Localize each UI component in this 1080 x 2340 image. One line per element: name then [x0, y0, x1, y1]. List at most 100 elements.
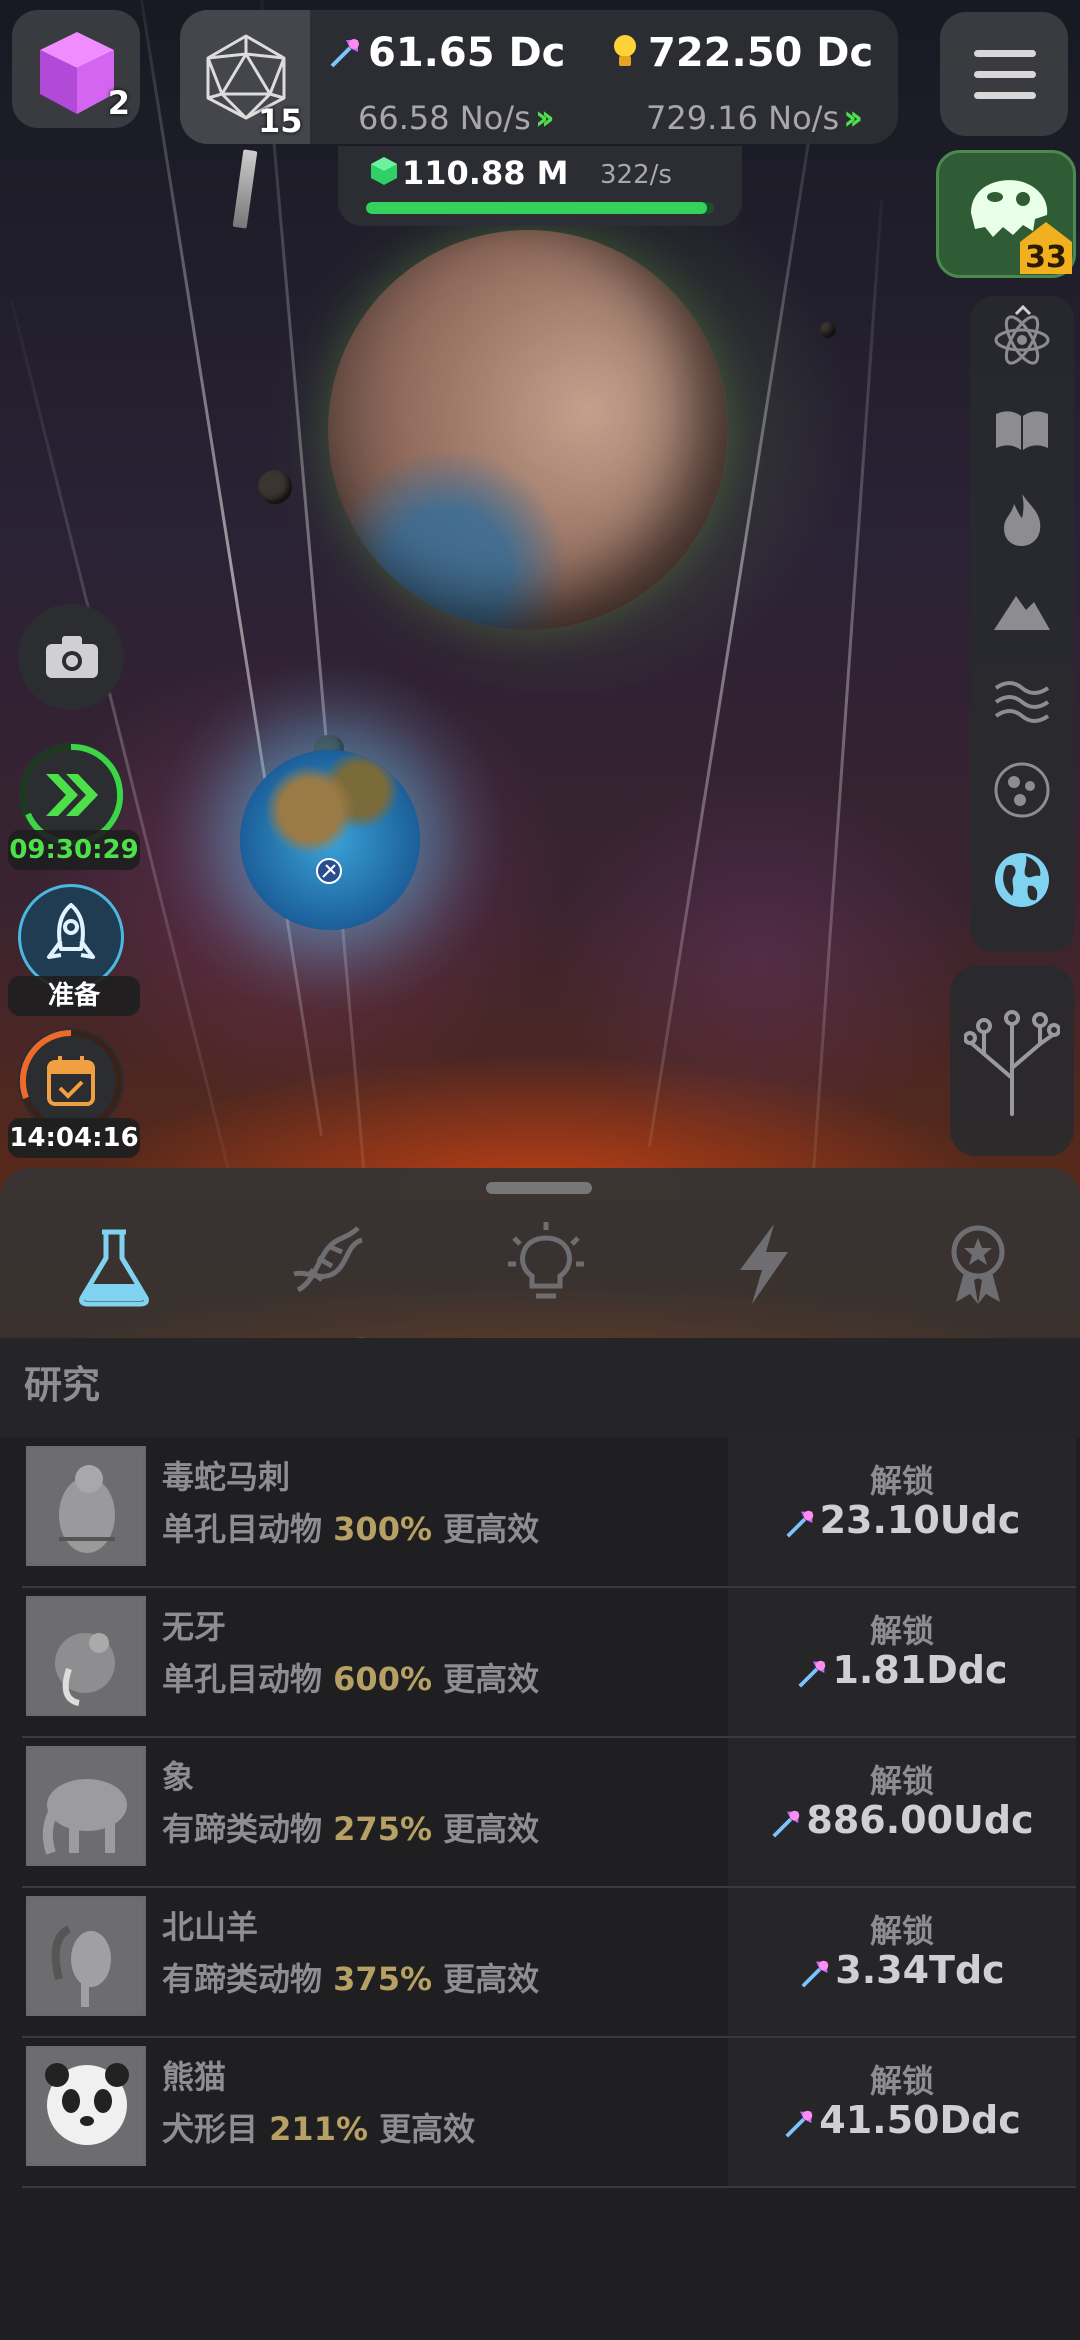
icosahedron-count: 15 [258, 102, 303, 140]
asteroid [258, 470, 292, 504]
cube-count: 2 [107, 84, 130, 122]
unlock-label: 解锁 [869, 1762, 934, 1800]
rocket-launch-button[interactable] [18, 884, 124, 990]
sidebar-item-mountain[interactable] [992, 580, 1052, 640]
light-beam [140, 0, 323, 1137]
medal-icon [951, 1225, 1005, 1304]
lightbulb-outline-icon [508, 1222, 584, 1299]
research-row[interactable]: 毒蛇马刺 单孔目动物 300% 更高效 解锁 23.10Udc [22, 1438, 1076, 1588]
tab-dna[interactable]: 27 [270, 1220, 397, 1372]
hamburger-icon [974, 50, 1036, 57]
spaceship-icon [316, 858, 342, 884]
waves-icon [994, 681, 1050, 723]
menu-button[interactable] [940, 12, 1068, 136]
tree-icon [964, 1010, 1060, 1116]
animal-thumbnail [26, 2046, 146, 2166]
rocket-gem-icon [772, 1810, 800, 1838]
resource2-value: 722.50 Dc [648, 30, 874, 76]
rocket-gem-icon [786, 1510, 813, 1538]
sidebar-item-water[interactable] [992, 670, 1052, 730]
sub-resource-progress [366, 202, 714, 214]
research-name: 北山羊 [162, 1908, 259, 1946]
unlock-label: 解锁 [869, 1912, 934, 1950]
rocket-status: 准备 [8, 976, 140, 1016]
unlock-price: 41.50Ddc [728, 2098, 1076, 2142]
rocket-gem-icon [785, 2110, 813, 2138]
unlock-price: 886.00Udc [728, 1798, 1076, 1842]
cube-icon [40, 32, 114, 114]
unlock-price: 23.10Udc [728, 1498, 1076, 1542]
research-name: 毒蛇马刺 [162, 1458, 291, 1496]
research-description: 有蹄类动物 375% 更高效 [162, 1960, 540, 1998]
unlock-button[interactable]: 解锁 41.50Ddc [728, 2038, 1076, 2186]
unlock-button[interactable]: 解锁 23.10Udc [728, 1438, 1076, 1586]
animal-thumbnail [26, 1896, 146, 2016]
sub-resource-rate: 322/s [600, 160, 672, 190]
cell-icon [994, 762, 1050, 818]
unlock-button[interactable]: 解锁 3.34Tdc [728, 1888, 1076, 2036]
speed-chevron-icon: ›› [534, 98, 555, 138]
dna-icon [293, 1226, 363, 1293]
sidebar-item-cell[interactable] [992, 760, 1052, 820]
evolution-tree-button[interactable] [950, 966, 1074, 1156]
tab-research[interactable] [56, 1220, 176, 1330]
tab-achievements[interactable] [920, 1220, 1040, 1330]
speed-chevron-icon: ›› [843, 98, 863, 138]
flask-icon [79, 1229, 149, 1307]
tab-bar: 27 17 [0, 1168, 1080, 1372]
section-header [0, 1338, 1080, 1438]
rocket-gem-icon [330, 39, 359, 68]
sub-resource-bar[interactable]: 110.88 M 322/s [338, 146, 742, 226]
boost-timer: 09:30:29 [8, 830, 140, 870]
unlock-label: 解锁 [869, 2062, 934, 2100]
research-description: 犬形目 211% 更高效 [162, 2110, 476, 2148]
resource1-rate: 66.58 No/s ›› [358, 98, 555, 138]
cube-button[interactable]: 2 [12, 10, 140, 128]
camera-button[interactable] [18, 604, 124, 710]
drag-handle[interactable] [486, 1182, 592, 1194]
sub-resource-value: 110.88 M [402, 154, 569, 192]
rocket-icon [47, 903, 95, 959]
sidebar-item-atom[interactable] [992, 310, 1052, 370]
light-beam [810, 199, 883, 1198]
asteroid [820, 322, 836, 338]
planet-earth[interactable] [240, 750, 420, 930]
sidebar-item-earth[interactable] [992, 850, 1052, 910]
unlock-price: 3.34Tdc [728, 1948, 1076, 1992]
research-name: 熊猫 [162, 2058, 227, 2096]
section-title: 研究 [24, 1363, 101, 1407]
animal-thumbnail [26, 1446, 146, 1566]
unlock-button[interactable]: 解锁 886.00Udc [728, 1738, 1076, 1886]
mountain-icon [994, 596, 1050, 630]
unlock-button[interactable]: 解锁 1.81Ddc [728, 1588, 1076, 1736]
sidebar-item-fire[interactable] [992, 490, 1052, 550]
camera-icon [46, 636, 98, 678]
tab-ideas[interactable]: 17 [488, 1220, 613, 1372]
double-chevron-icon [46, 774, 98, 816]
hamburger-line [974, 71, 1036, 78]
resource2-rate: 729.16 No/s ›› [646, 98, 863, 138]
fire-icon [1004, 494, 1041, 546]
lightbulb-icon [614, 35, 636, 66]
research-description: 单孔目动物 600% 更高效 [162, 1660, 540, 1698]
resource-bar[interactable]: 15 61.65 Dc 66.58 No/s ›› 722.50 Dc 729.1… [180, 10, 898, 144]
icosahedron-button[interactable]: 15 [180, 10, 310, 144]
category-sidebar [970, 296, 1074, 952]
sidebar-item-book[interactable] [992, 400, 1052, 460]
globe-icon [995, 853, 1049, 907]
unlock-label: 解锁 [869, 1462, 934, 1500]
research-row[interactable]: 熊猫犬形目 211% 更高效 解锁 41.50Ddc [22, 2038, 1076, 2188]
research-row[interactable]: 无牙 单孔目动物 600% 更高效 解锁 1.81Ddc [22, 1588, 1076, 1738]
calendar-icon [47, 1056, 95, 1106]
planet-mars[interactable] [328, 230, 728, 630]
research-row[interactable]: 象有蹄类动物 275% 更高效 解锁 886.00Udc [22, 1738, 1076, 1888]
tab-energy[interactable] [706, 1220, 826, 1330]
satellite [232, 149, 258, 229]
animal-thumbnail [26, 1746, 146, 1866]
unlock-label: 解锁 [869, 1612, 934, 1650]
animal-thumbnail [26, 1596, 146, 1716]
research-row[interactable]: 北山羊有蹄类动物 375% 更高效 解锁 3.34Tdc [22, 1888, 1076, 2038]
dinosaur-level: 33 [1025, 240, 1067, 275]
rocket-gem-icon [801, 1960, 829, 1988]
resource1-value: 61.65 Dc [368, 30, 566, 76]
